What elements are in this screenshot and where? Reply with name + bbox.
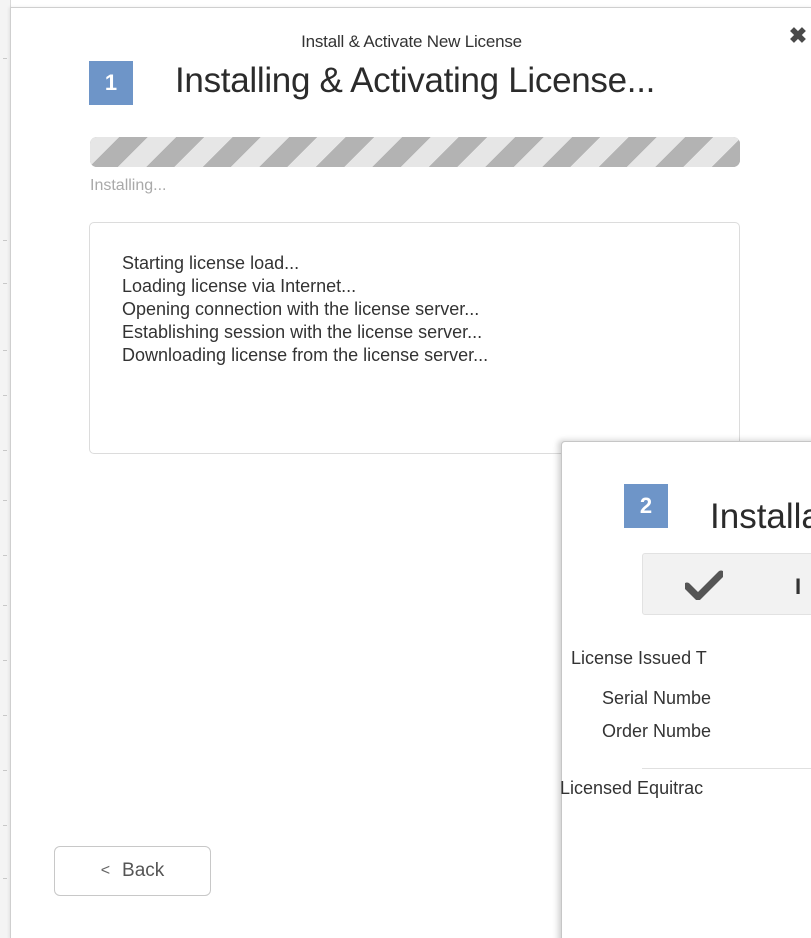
dialog-heading: Installa [710, 497, 811, 536]
screen: Install & Activate New License ✖ 1 Insta… [0, 0, 811, 938]
dialog-window-title: Install & Activate New License [301, 32, 522, 51]
page-title: Installing & Activating License... [175, 61, 656, 100]
progress-bar [90, 137, 740, 167]
log-line: Opening connection with the license serv… [122, 299, 480, 319]
progress-status-text: Installing... [90, 177, 167, 194]
chevron-left-icon: < [100, 862, 111, 879]
license-issued-to-label: License Issued T [571, 648, 707, 668]
close-icon[interactable]: ✖ [786, 24, 810, 48]
log-line: Starting license load... [122, 253, 300, 273]
installation-complete-dialog: 2 Installa I License Issued T Serial Num… [560, 441, 811, 938]
step-number-badge: 1 [89, 61, 133, 105]
log-line: Establishing session with the license se… [122, 322, 483, 342]
serial-number-label: Serial Numbe [602, 688, 712, 708]
install-status-box: I [642, 553, 811, 615]
log-line: Downloading license from the license ser… [122, 345, 489, 365]
checkmark-icon [685, 570, 723, 600]
back-button-label: Back [122, 860, 165, 881]
log-line: Loading license via Internet... [122, 276, 357, 296]
install-log-panel: Starting license load... Loading license… [89, 222, 740, 454]
progress-bar-fill [90, 137, 740, 167]
order-number-label: Order Numbe [602, 721, 712, 741]
back-button[interactable]: < Back [54, 846, 211, 896]
install-status-text: I [795, 574, 802, 599]
divider [642, 768, 811, 769]
licensed-product-label: Licensed Equitrac [560, 778, 704, 798]
step-number-badge: 2 [624, 484, 668, 528]
